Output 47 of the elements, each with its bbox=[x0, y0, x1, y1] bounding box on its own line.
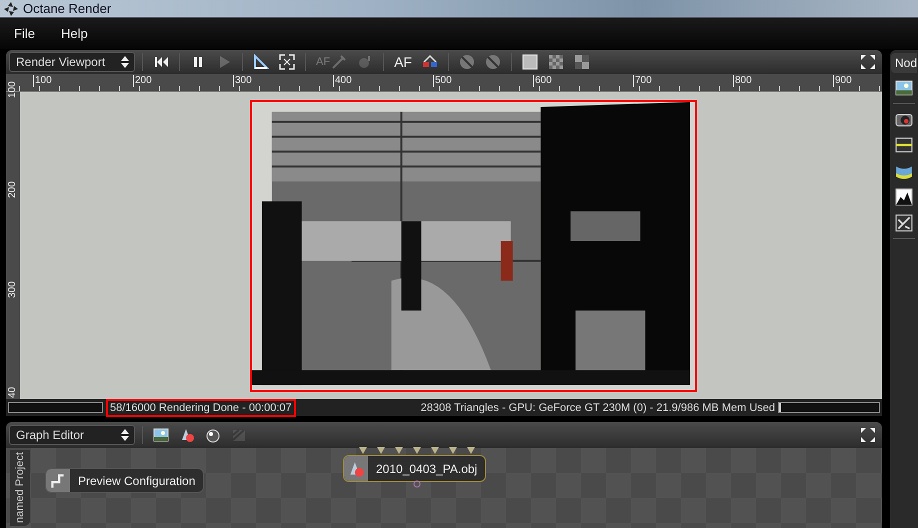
3d-glasses-icon bbox=[422, 54, 438, 70]
sphere-icon bbox=[484, 54, 501, 70]
rewind-icon bbox=[153, 54, 169, 70]
mesh-node[interactable]: 2010_0403_PA.obj bbox=[343, 455, 486, 482]
landscape-picture-icon bbox=[153, 427, 169, 444]
graph-node[interactable]: Preview Configuration bbox=[45, 468, 204, 494]
ruler-label: 500 bbox=[433, 75, 452, 87]
quadrant-icon bbox=[574, 54, 590, 70]
fine-grid-icon bbox=[522, 54, 538, 70]
panel-title: Nod bbox=[891, 53, 917, 73]
checker-icon bbox=[548, 54, 564, 70]
glass-ball-icon bbox=[205, 427, 221, 444]
striped-box-icon bbox=[231, 427, 247, 444]
ruler-label: 400 bbox=[333, 75, 352, 87]
render-status-text: 58/16000 Rendering Done - 00:00:07 bbox=[106, 398, 296, 417]
up-down-arrows-icon bbox=[120, 428, 130, 442]
maximize-icon[interactable] bbox=[860, 427, 876, 444]
up-down-arrows-icon bbox=[120, 55, 130, 69]
ruler-label: 700 bbox=[633, 75, 652, 87]
cone-ball-icon bbox=[179, 427, 195, 444]
ruler-label: 200 bbox=[7, 181, 19, 198]
window-title: Octane Render bbox=[23, 1, 112, 16]
ruler-label: 100 bbox=[33, 75, 52, 87]
output-pin-icon bbox=[413, 480, 421, 488]
film-strip-icon[interactable] bbox=[895, 136, 913, 154]
mountain-peaks-icon[interactable] bbox=[895, 188, 913, 206]
ruler-label: 900 bbox=[833, 75, 852, 87]
graph-editor-dropdown[interactable]: Graph Editor bbox=[9, 425, 135, 446]
pipette-icon bbox=[331, 54, 348, 70]
af-button[interactable]: AF bbox=[391, 52, 415, 72]
side-tab[interactable]: named Project bbox=[10, 450, 30, 526]
ruler-label: 600 bbox=[533, 75, 552, 87]
ruler-label: 100 bbox=[7, 81, 19, 98]
sphere-icon bbox=[458, 54, 475, 70]
landscape-picture-icon[interactable] bbox=[895, 79, 913, 97]
scene-info-text: 28308 Triangles - GPU: GeForce GT 230M (0) - 21.9/986 MB Mem Used bbox=[420, 402, 775, 414]
ruler-label: 800 bbox=[733, 75, 752, 87]
menu-item[interactable]: File bbox=[14, 26, 35, 41]
ruler-label: 300 bbox=[233, 75, 252, 87]
menu-item[interactable]: Help bbox=[60, 26, 88, 41]
frame-icon bbox=[279, 54, 295, 70]
ruler-label: 300 bbox=[7, 281, 19, 298]
ruler-label: 200 bbox=[133, 75, 152, 87]
ruler-label: 40 bbox=[7, 386, 19, 398]
render-viewport-dropdown[interactable]: Render Viewport bbox=[9, 52, 135, 72]
app-logo-icon bbox=[3, 0, 19, 16]
maximize-icon[interactable] bbox=[860, 54, 876, 70]
